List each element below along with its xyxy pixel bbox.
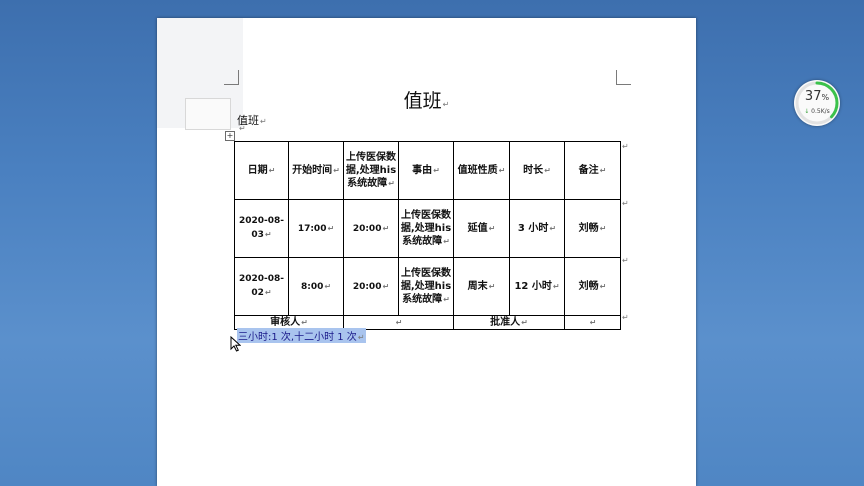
header-cell[interactable]: 备注↵ [564,141,621,200]
end-of-row-mark: ↵ [622,199,629,208]
network-speed-widget[interactable]: 37% ↓ 0.5K/s [794,80,840,126]
selected-note-text[interactable]: 三小时:1 次,十二小时 1 次↵ [237,328,366,343]
crop-mark-top-left [224,70,239,85]
table-cell[interactable]: 延值↵ [453,199,510,258]
approver-label[interactable]: 批准人↵ [453,315,565,330]
table-cell[interactable]: 20:00↵ [343,257,399,316]
download-arrow-icon: ↓ [804,108,810,115]
table-header-row: 日期↵ 开始时间↵ 上传医保数据,处理his 系统故障↵ 事由↵ 值班性质↵ 时… [234,141,621,200]
table-cell[interactable]: 12 小时↵ [509,257,565,316]
download-speed: ↓ 0.5K/s [804,108,830,115]
header-cell[interactable]: 日期↵ [234,141,289,200]
table-cell[interactable]: 2020-08-03↵ [234,199,289,258]
table-cell[interactable]: 3 小时↵ [509,199,565,258]
table-cell[interactable]: 17:00↵ [288,199,344,258]
table-cell[interactable]: 20:00↵ [343,199,399,258]
table-row: 2020-08-02↵ 8:00↵ 20:00↵ 上传医保数据,处理his 系统… [234,257,621,316]
table-cell[interactable]: 上传医保数据,处理his 系统故障↵ [398,199,454,258]
table-cell[interactable]: 上传医保数据,处理his 系统故障↵ [398,257,454,316]
approver-value-cell[interactable]: ↵ [564,315,621,330]
table-cell[interactable]: 刘畅↵ [564,257,621,316]
end-of-row-mark: ↵ [622,313,629,322]
header-cell[interactable]: 上传医保数据,处理his 系统故障↵ [343,141,399,200]
table-cell[interactable]: 8:00↵ [288,257,344,316]
table-cell[interactable]: 周末↵ [453,257,510,316]
paragraph-mark: ↵ [239,124,246,133]
duty-table[interactable]: 日期↵ 开始时间↵ 上传医保数据,处理his 系统故障↵ 事由↵ 值班性质↵ 时… [234,141,621,330]
mouse-pointer-icon [230,335,242,356]
table-row: 2020-08-03↵ 17:00↵ 20:00↵ 上传医保数据,处理his 系… [234,199,621,258]
header-cell[interactable]: 时长↵ [509,141,565,200]
table-cell[interactable]: 2020-08-02↵ [234,257,289,316]
document-title[interactable]: 值班↵ [157,86,696,113]
document-page[interactable]: 值班↵ 值班↵ ↵ + 日期↵ 开始时间↵ 上传医保数据,处理his 系统故障↵… [157,18,696,486]
end-of-row-mark: ↵ [622,256,629,265]
table-cell[interactable]: 刘畅↵ [564,199,621,258]
usage-percent: 37% [804,89,830,104]
header-cell[interactable]: 值班性质↵ [453,141,510,200]
crop-mark-top-right [616,70,631,85]
table-move-handle-icon[interactable]: + [225,131,235,141]
header-cell[interactable]: 开始时间↵ [288,141,344,200]
header-cell[interactable]: 事由↵ [398,141,454,200]
end-of-row-mark: ↵ [622,142,629,151]
